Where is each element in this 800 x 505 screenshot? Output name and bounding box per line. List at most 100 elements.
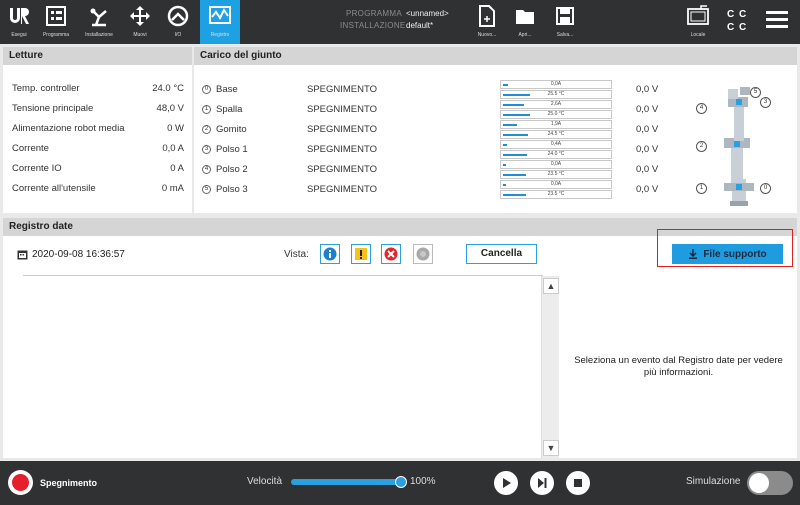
program-value: <unnamed> (406, 9, 449, 18)
joint-voltage: 0,0 V (636, 84, 659, 95)
hamburger-menu-icon[interactable] (766, 11, 788, 29)
warning-icon (355, 248, 367, 260)
joint-bars: 2,6A 25.0 °C (500, 100, 612, 120)
robot-joint-label: 3 (760, 97, 771, 108)
clear-button[interactable]: Cancella (466, 244, 537, 264)
io-icon (167, 0, 189, 32)
support-file-label: File supporto (703, 248, 767, 260)
info-icon (323, 247, 337, 261)
reading-row: Alimentazione robot media 0 W (12, 123, 184, 134)
temp-bar: 25.5 °C (500, 90, 612, 99)
install-value: default* (406, 21, 434, 30)
joint-state: SPEGNIMENTO (307, 104, 378, 115)
play-button[interactable] (494, 471, 518, 495)
install-key: INSTALLAZIONE (340, 21, 406, 30)
readings-panel: Letture Temp. controller 24.0 °C Tensione… (3, 47, 192, 213)
nav-run[interactable]: Esegui (4, 0, 34, 44)
locale-label: Locale (690, 32, 706, 38)
program-key: PROGRAMMA (345, 9, 402, 18)
reading-label: Corrente all'utensile (12, 183, 96, 194)
robot-joint-label: 1 (696, 183, 707, 194)
scroll-up-icon[interactable]: ▲ (543, 278, 559, 294)
nav-program[interactable]: Programma (38, 0, 74, 44)
reading-row: Corrente all'utensile 0 mA (12, 183, 184, 194)
open-label: Apri... (518, 32, 532, 38)
scroll-down-icon[interactable]: ▼ (543, 440, 559, 456)
speed-slider[interactable] (291, 479, 403, 485)
joint-state: SPEGNIMENTO (307, 124, 378, 135)
filter-warning-button[interactable] (351, 244, 371, 264)
joint-name: Gomito (216, 124, 247, 135)
locale-button[interactable]: Locale (683, 0, 713, 44)
nav-installation[interactable]: Installazione (78, 0, 120, 44)
temp-bar: 23.5 °C (500, 170, 612, 179)
nav-log[interactable]: Registro (200, 0, 240, 44)
calendar-icon (17, 250, 28, 260)
move-icon (129, 0, 151, 32)
joint-number: 2 (202, 125, 211, 134)
reading-label: Tensione principale (12, 103, 94, 114)
installation-icon (88, 0, 110, 32)
joint-state: SPEGNIMENTO (307, 84, 378, 95)
power-button[interactable] (8, 470, 33, 495)
temp-text: 25.5 °C (547, 91, 565, 97)
current-bar: 0,0A (500, 160, 612, 169)
joint-name: Polso 1 (216, 144, 248, 155)
simulation-label: Simulazione (686, 476, 741, 487)
joint-bars: 0,0A 23.5 °C (500, 180, 612, 200)
cc-bottom: C C (727, 22, 748, 33)
nav-io-label: I/O (174, 32, 182, 38)
stop-button[interactable] (566, 471, 590, 495)
nav-move[interactable]: Muovi (124, 0, 156, 44)
nav-installation-label: Installazione (85, 32, 113, 38)
log-date: 2020-09-08 16:36:57 (17, 249, 125, 260)
support-file-button[interactable]: File supporto (672, 244, 783, 264)
temp-text: 23.5 °C (547, 191, 565, 197)
reading-value: 0 mA (161, 183, 184, 194)
nav-program-label: Programma (42, 32, 70, 38)
bottom-bar: Spegnimento Velocità 100% Simulazione (0, 461, 800, 505)
reading-value: 24.0 °C (152, 83, 184, 94)
step-icon (538, 478, 547, 488)
new-file-button[interactable]: Nuovo... (472, 0, 502, 44)
filter-disabled-button[interactable] (413, 244, 433, 264)
simulation-toggle[interactable] (747, 471, 793, 495)
current-text: 0,0A (550, 161, 562, 167)
joint-load-title: Carico del giunto (194, 47, 797, 65)
speed-slider-handle[interactable] (395, 476, 407, 488)
log-scrollbar[interactable]: ▲ ▼ (541, 276, 559, 458)
reading-label: Corrente (12, 143, 49, 154)
new-file-icon (478, 0, 496, 32)
joint-name: Spalla (216, 104, 243, 115)
save-icon (555, 0, 575, 32)
current-text: 0,0A (550, 81, 562, 87)
filter-error-button[interactable] (381, 244, 401, 264)
joint-voltage: 0,0 V (636, 144, 659, 155)
filter-info-button[interactable] (320, 244, 340, 264)
joint-load-panel: Carico del giunto 0 Base SPEGNIMENTO 0,0… (194, 47, 797, 213)
reading-value: 0 W (167, 123, 184, 134)
joint-number: 1 (202, 105, 211, 114)
joint-name: Polso 3 (216, 184, 248, 195)
log-detail-text: Seleziona un evento dal Registro date pe… (560, 276, 797, 458)
joint-number: 3 (202, 145, 211, 154)
joint-voltage: 0,0 V (636, 164, 659, 175)
reading-value: 0,0 A (162, 143, 184, 154)
nav-io[interactable]: I/O (162, 0, 194, 44)
log-event-list[interactable] (3, 276, 541, 458)
reading-row: Temp. controller 24.0 °C (12, 83, 184, 94)
nav-log-label: Registro (210, 32, 230, 38)
current-bar: 0,0A (500, 180, 612, 189)
open-button[interactable]: Apri... (510, 0, 540, 44)
temp-text: 23.5 °C (547, 171, 565, 177)
reading-label: Corrente IO (12, 163, 62, 174)
step-button[interactable] (530, 471, 554, 495)
joint-state: SPEGNIMENTO (307, 144, 378, 155)
current-bar: 0,4A (500, 140, 612, 149)
save-button[interactable]: Salva... (550, 0, 580, 44)
current-bar: 1,9A (500, 120, 612, 129)
cc-top: C C (727, 9, 748, 20)
robot-state: Spegnimento (40, 478, 98, 488)
view-label: Vista: (284, 249, 309, 260)
speed-value: 100% (410, 476, 436, 487)
